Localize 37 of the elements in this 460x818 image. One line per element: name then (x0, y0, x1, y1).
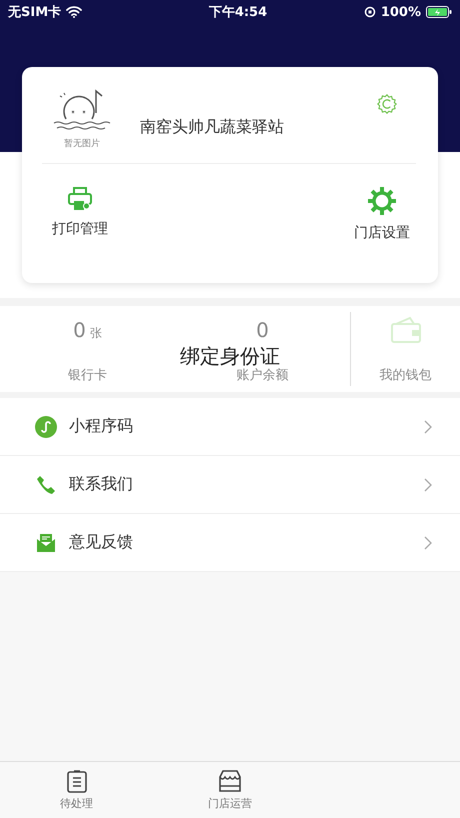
gear-icon (367, 186, 397, 216)
wifi-icon (66, 6, 82, 18)
link-circle-icon (35, 416, 57, 438)
battery-icon (426, 6, 452, 18)
bind-id-card-prompt[interactable]: 绑定身份证 (180, 345, 280, 367)
chevron-right-icon (424, 478, 432, 492)
store-name: 南窑头帅凡蔬菜驿站 (140, 117, 285, 138)
chevron-right-icon (424, 420, 432, 434)
battery-percent: 100% (380, 4, 421, 20)
settings-icon[interactable] (376, 93, 398, 115)
menu-label: 小程序码 (69, 416, 134, 437)
stat-value: 0 (256, 318, 269, 342)
shop-icon (216, 769, 243, 793)
envelope-icon (35, 532, 57, 552)
menu-label: 意见反馈 (69, 532, 134, 553)
menu-label: 联系我们 (69, 474, 134, 495)
clock-text: 下午4:54 (208, 4, 268, 21)
tab-item[interactable]: 待处理 (0, 762, 154, 818)
carrier-text: 无SIM卡 (8, 4, 62, 21)
stat-value: 0 (73, 318, 86, 342)
wallet-icon (390, 316, 422, 344)
chevron-right-icon (424, 536, 432, 550)
stat-label: 银行卡 (68, 368, 107, 384)
menu-item[interactable]: 意见反馈 (0, 514, 460, 572)
stat-unit: 张 (90, 326, 102, 340)
printer-icon (67, 186, 93, 212)
tab-item[interactable]: 门店运营 (153, 762, 307, 818)
stat-label: 账户余额 (236, 368, 288, 384)
no-image-caption: 暂无图片 (64, 138, 100, 150)
menu-item[interactable]: 小程序码 (0, 398, 460, 456)
rotation-lock-icon (364, 6, 376, 18)
clipboard-icon (66, 769, 88, 793)
store-settings-button[interactable]: 门店设置 (354, 186, 410, 242)
wallet-label: 我的钱包 (380, 368, 432, 384)
print-management-button[interactable]: 打印管理 (52, 186, 108, 242)
menu-item[interactable]: 联系我们 (0, 456, 460, 514)
phone-icon (35, 474, 57, 494)
